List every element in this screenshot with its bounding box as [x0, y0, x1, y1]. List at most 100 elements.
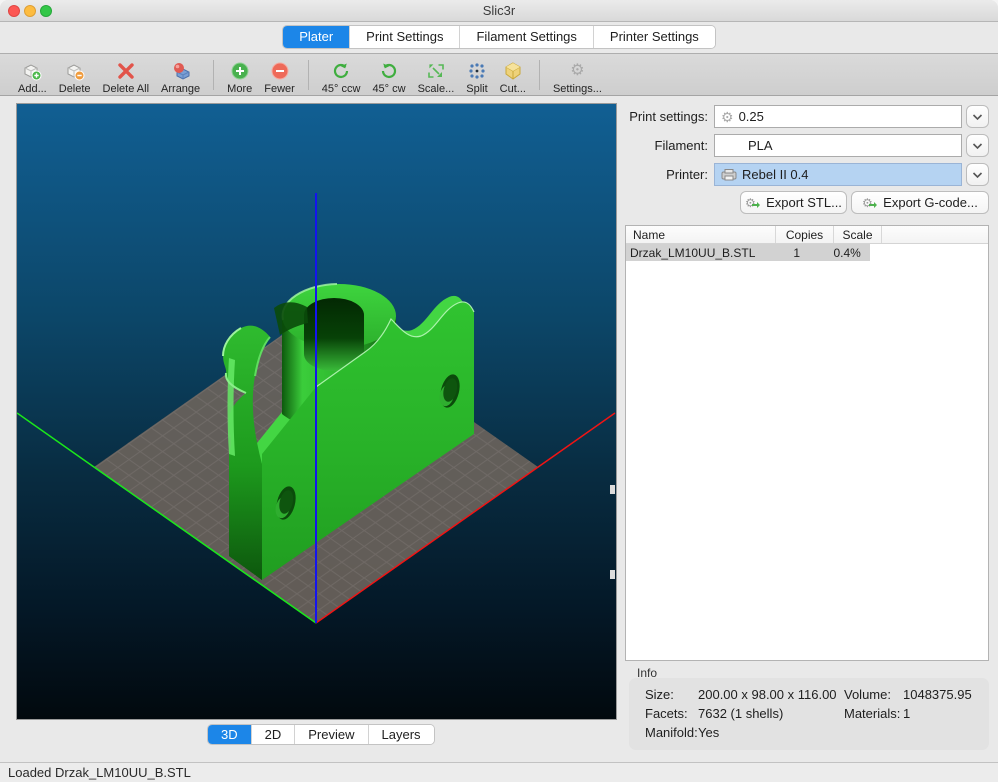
- toolbar-item-label: Split: [466, 83, 487, 95]
- chevron-down-icon: [972, 142, 983, 150]
- manifold-value: Yes: [698, 725, 719, 740]
- tab-print-settings[interactable]: Print Settings: [350, 26, 460, 48]
- split-button[interactable]: Split: [460, 55, 493, 95]
- viewport-edge-marker: [610, 485, 615, 494]
- object-list[interactable]: Name Copies Scale Drzak_LM10UU_B.STL 1 0…: [625, 225, 989, 661]
- more-icon: [230, 61, 250, 82]
- delete-box-icon: [64, 61, 86, 82]
- view-tab-2d[interactable]: 2D: [252, 725, 296, 744]
- main-tab-bar: Plater Print Settings Filament Settings …: [0, 25, 998, 51]
- rotate-ccw-icon: [331, 61, 351, 82]
- export-gear-icon: ⚙: [862, 195, 878, 210]
- filament-value: PLA: [748, 138, 773, 153]
- facets-value: 7632 (1 shells): [698, 706, 783, 721]
- printer-combobox[interactable]: Rebel II 0.4: [714, 163, 962, 186]
- svg-text:⚙: ⚙: [745, 196, 756, 210]
- toolbar-item-label: Add...: [18, 83, 47, 95]
- view-tab-layers[interactable]: Layers: [369, 725, 434, 744]
- status-bar: Loaded Drzak_LM10UU_B.STL: [0, 762, 998, 782]
- print-settings-dropdown-button[interactable]: [966, 105, 989, 128]
- printer-value: Rebel II 0.4: [742, 167, 809, 182]
- tab-printer-settings[interactable]: Printer Settings: [594, 26, 715, 48]
- object-copies: 1: [769, 246, 824, 260]
- settings-gear-icon: ⚙: [570, 61, 584, 82]
- main-tabs-group: Plater Print Settings Filament Settings …: [282, 25, 716, 49]
- add-box-icon: [21, 61, 43, 82]
- rotate-cw-button[interactable]: 45° cw: [366, 55, 411, 95]
- viewport-canvas: [17, 104, 616, 719]
- printer-dropdown-button[interactable]: [966, 163, 989, 186]
- rotate-ccw-button[interactable]: 45° ccw: [316, 55, 367, 95]
- export-stl-label: Export STL...: [766, 195, 842, 210]
- manifold-label: Manifold:: [645, 725, 698, 740]
- cut-icon: [503, 61, 523, 82]
- chevron-down-icon: [972, 171, 983, 179]
- toolbar-item-label: Delete: [59, 83, 91, 95]
- scale-button[interactable]: Scale...: [412, 55, 461, 95]
- toolbar-separator: [308, 60, 309, 90]
- toolbar-separator: [213, 60, 214, 90]
- delete-all-button[interactable]: Delete All: [97, 55, 155, 95]
- toolbar-item-label: Delete All: [103, 83, 149, 95]
- object-scale: 0.4%: [824, 246, 870, 260]
- view-tab-3d[interactable]: 3D: [208, 725, 252, 744]
- column-header-scale[interactable]: Scale: [834, 226, 882, 243]
- column-header-copies[interactable]: Copies: [776, 226, 834, 243]
- tab-filament-settings[interactable]: Filament Settings: [460, 26, 593, 48]
- rotate-cw-icon: [379, 61, 399, 82]
- tab-plater[interactable]: Plater: [283, 26, 350, 48]
- filament-combobox[interactable]: PLA: [714, 134, 962, 157]
- arrange-button[interactable]: Arrange: [155, 55, 206, 95]
- window-title: Slic3r: [0, 3, 998, 18]
- toolbar-item-label: 45° ccw: [322, 83, 361, 95]
- size-value: 200.00 x 98.00 x 116.00: [698, 687, 837, 702]
- status-text: Loaded Drzak_LM10UU_B.STL: [8, 765, 191, 780]
- filament-label: Filament:: [598, 138, 708, 153]
- fewer-icon: [270, 61, 290, 82]
- print-settings-value: 0.25: [739, 109, 764, 124]
- facets-label: Facets:: [645, 706, 688, 721]
- settings-button[interactable]: ⚙ Settings...: [547, 55, 608, 95]
- add-button[interactable]: Add...: [12, 55, 53, 95]
- delete-all-icon: [116, 61, 136, 82]
- volume-value: 1048375.95: [903, 687, 972, 702]
- cut-button[interactable]: Cut...: [494, 55, 532, 95]
- fewer-button[interactable]: Fewer: [258, 55, 301, 95]
- column-header-name[interactable]: Name: [626, 226, 776, 243]
- size-label: Size:: [645, 687, 674, 702]
- toolbar-item-label: Settings...: [553, 83, 602, 95]
- scale-icon: [426, 61, 446, 82]
- printer-label: Printer:: [598, 167, 708, 182]
- arrange-icon: [170, 61, 192, 82]
- export-gcode-label: Export G-code...: [883, 195, 978, 210]
- viewport-3d[interactable]: [16, 103, 617, 720]
- materials-value: 1: [903, 706, 910, 721]
- viewport-edge-marker: [610, 570, 615, 579]
- toolbar-item-label: 45° cw: [372, 83, 405, 95]
- view-tab-preview[interactable]: Preview: [295, 725, 368, 744]
- toolbar-item-label: Fewer: [264, 83, 295, 95]
- more-button[interactable]: More: [221, 55, 258, 95]
- delete-button[interactable]: Delete: [53, 55, 97, 95]
- filament-dropdown-button[interactable]: [966, 134, 989, 157]
- print-settings-combobox[interactable]: ⚙ 0.25: [714, 105, 962, 128]
- export-gear-icon: ⚙: [745, 195, 761, 210]
- table-row[interactable]: Drzak_LM10UU_B.STL 1 0.4%: [626, 244, 870, 261]
- printer-icon: [721, 169, 737, 181]
- toolbar-item-label: Cut...: [500, 83, 526, 95]
- gear-icon: ⚙: [721, 109, 734, 125]
- column-header-empty: [882, 226, 988, 243]
- print-settings-label: Print settings:: [598, 109, 708, 124]
- toolbar-item-label: More: [227, 83, 252, 95]
- toolbar-item-label: Arrange: [161, 83, 200, 95]
- toolbar-separator: [539, 60, 540, 90]
- toolbar-item-label: Scale...: [418, 83, 455, 95]
- split-icon: [467, 61, 487, 82]
- app-window: Slic3r Plater Print Settings Filament Se…: [0, 0, 998, 782]
- export-gcode-button[interactable]: ⚙ Export G-code...: [851, 191, 989, 214]
- chevron-down-icon: [972, 113, 983, 121]
- info-panel: Size: 200.00 x 98.00 x 116.00 Volume: 10…: [629, 678, 989, 750]
- export-stl-button[interactable]: ⚙ Export STL...: [740, 191, 847, 214]
- view-mode-tabs: 3D 2D Preview Layers: [207, 724, 435, 745]
- svg-text:⚙: ⚙: [862, 196, 873, 210]
